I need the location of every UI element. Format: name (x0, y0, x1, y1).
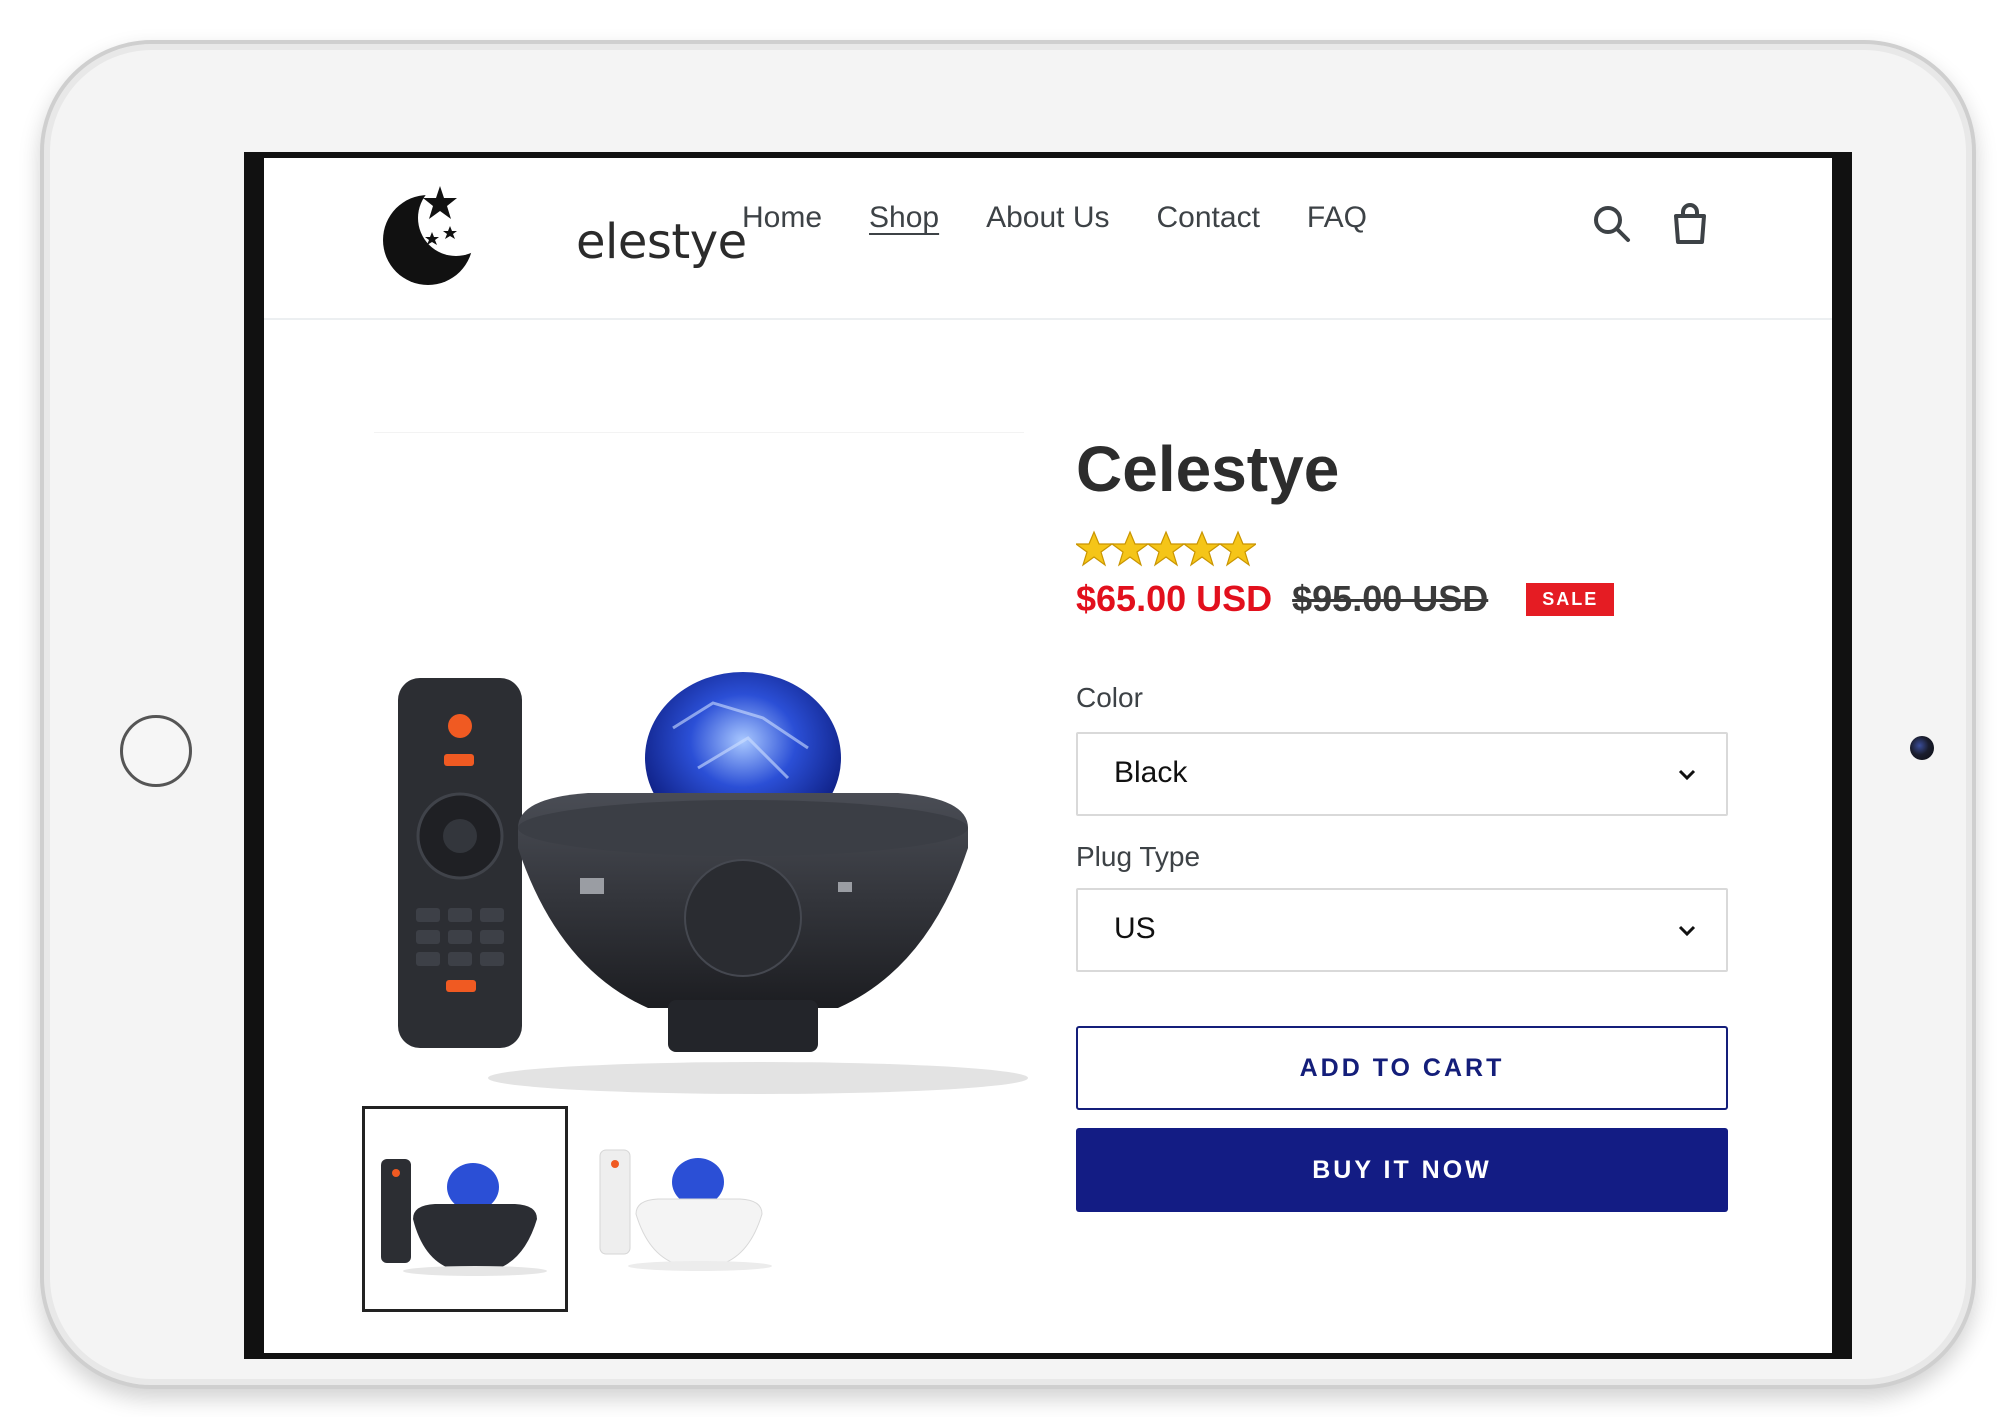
sale-badge: SALE (1526, 582, 1615, 616)
moon-logo-icon (383, 186, 473, 285)
nav-faq[interactable]: FAQ (1307, 201, 1367, 235)
sale-price: $65.00 USD (1076, 578, 1273, 619)
product-title: Celestye (1076, 433, 1340, 505)
thumbnail-white[interactable] (590, 1106, 796, 1312)
nav-contact[interactable]: Contact (1157, 201, 1260, 235)
brand-logo[interactable]: elestye (376, 174, 747, 286)
plug-type-select-value: US (1114, 912, 1156, 945)
color-label: Color (1076, 682, 1143, 713)
color-select[interactable]: Black (1076, 732, 1728, 816)
search-button[interactable] (1588, 200, 1636, 248)
projector-image (398, 672, 1028, 1094)
cart-icon (1674, 203, 1706, 244)
add-to-cart-button[interactable]: ADD TO CART (1076, 1026, 1728, 1110)
screen: elestye Home Shop About Us Contact FAQ C… (244, 152, 1852, 1359)
search-icon (1594, 206, 1630, 242)
color-select-value: Black (1114, 756, 1188, 789)
thumbnail-black[interactable] (362, 1106, 568, 1312)
thumbnail-white-image (599, 1149, 772, 1271)
gallery-divider (374, 432, 1024, 433)
plug-type-select[interactable]: US (1076, 888, 1728, 972)
home-button[interactable] (120, 715, 192, 787)
chevron-down-icon (1678, 925, 1696, 937)
star-icon (1076, 530, 1256, 567)
site-header: elestye Home Shop About Us Contact FAQ (264, 158, 1832, 320)
thumbnail-black-image (381, 1159, 547, 1276)
product-main-image[interactable] (368, 608, 1028, 1118)
nav-home[interactable]: Home (742, 201, 822, 235)
tablet-frame: elestye Home Shop About Us Contact FAQ C… (40, 40, 1976, 1389)
nav-about-us[interactable]: About Us (986, 201, 1109, 235)
price-row: $65.00 USD $95.00 USD SALE (1076, 578, 1615, 620)
main-nav: Home Shop About Us Contact FAQ (742, 201, 1367, 235)
rating-stars (1076, 530, 1256, 568)
plug-type-label: Plug Type (1076, 841, 1201, 872)
cart-button[interactable] (1666, 200, 1714, 248)
brand-wordmark: elestye (576, 214, 747, 270)
original-price: $95.00 USD (1292, 578, 1489, 619)
nav-shop[interactable]: Shop (869, 201, 939, 235)
buy-it-now-button[interactable]: BUY IT NOW (1076, 1128, 1728, 1212)
web-page: elestye Home Shop About Us Contact FAQ C… (264, 158, 1832, 1353)
front-camera (1910, 736, 1934, 760)
chevron-down-icon (1678, 769, 1696, 781)
